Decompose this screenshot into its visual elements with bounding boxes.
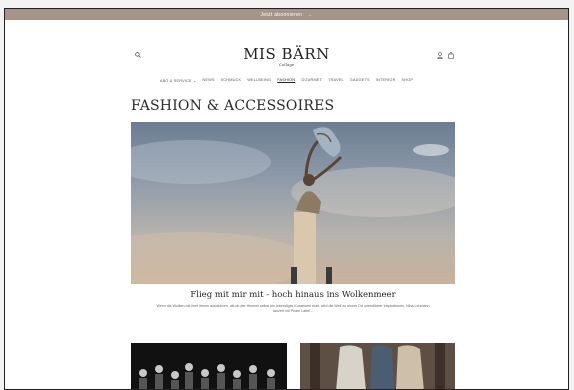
article-thumbnail-coats[interactable] — [300, 343, 455, 389]
announcement-bar[interactable]: Jetzt abonnieren → — [5, 9, 568, 20]
nav-item-abo-service[interactable]: ABO & SERVICE ⌄ — [160, 78, 197, 83]
logo-subtitle: Collage — [278, 62, 295, 67]
nav-item-interior[interactable]: INTERIOR — [376, 78, 396, 83]
nav-item-fashion[interactable]: FASHION — [277, 78, 295, 83]
site-logo[interactable]: MIS BÄRN — [5, 45, 568, 63]
arrow-right-icon: → — [307, 11, 313, 18]
nav-item-wellbeing[interactable]: WELLBEING — [247, 78, 271, 83]
nav-item-shop[interactable]: SHOP — [402, 78, 414, 83]
site-header: MIS BÄRN Collage ABO & SERVICE ⌄ NEWS SC… — [5, 20, 568, 83]
hero-image[interactable] — [131, 122, 455, 284]
hero-illustration — [131, 127, 455, 284]
nav-item-news[interactable]: NEWS — [202, 78, 214, 83]
main-navigation: ABO & SERVICE ⌄ NEWS SCHMUCK WELLBEING F… — [5, 78, 568, 83]
account-icon[interactable] — [437, 52, 443, 59]
group-photo-illustration — [139, 363, 275, 389]
coats-illustration — [300, 343, 455, 389]
nav-item-gourmet[interactable]: GOURMET — [301, 78, 322, 83]
browser-page: Jetzt abonnieren → MIS BÄRN Collage ABO … — [4, 8, 569, 390]
article-excerpt: Wenn die Wolken mit Ihen einem ausdehnen… — [156, 304, 430, 314]
article-title[interactable]: Flieg mit mir mit - hoch hinaus ins Wolk… — [131, 290, 455, 300]
nav-item-travel[interactable]: TRAVEL — [328, 78, 344, 83]
announcement-text[interactable]: Jetzt abonnieren — [260, 12, 302, 18]
page-title: FASHION & ACCESSOIRES — [131, 98, 335, 114]
article-thumbnail-group-photo[interactable] — [131, 343, 287, 389]
nav-item-schmuck[interactable]: SCHMUCK — [221, 78, 242, 83]
bag-icon[interactable] — [448, 52, 454, 59]
nav-item-gadgets[interactable]: GADGETS — [350, 78, 370, 83]
